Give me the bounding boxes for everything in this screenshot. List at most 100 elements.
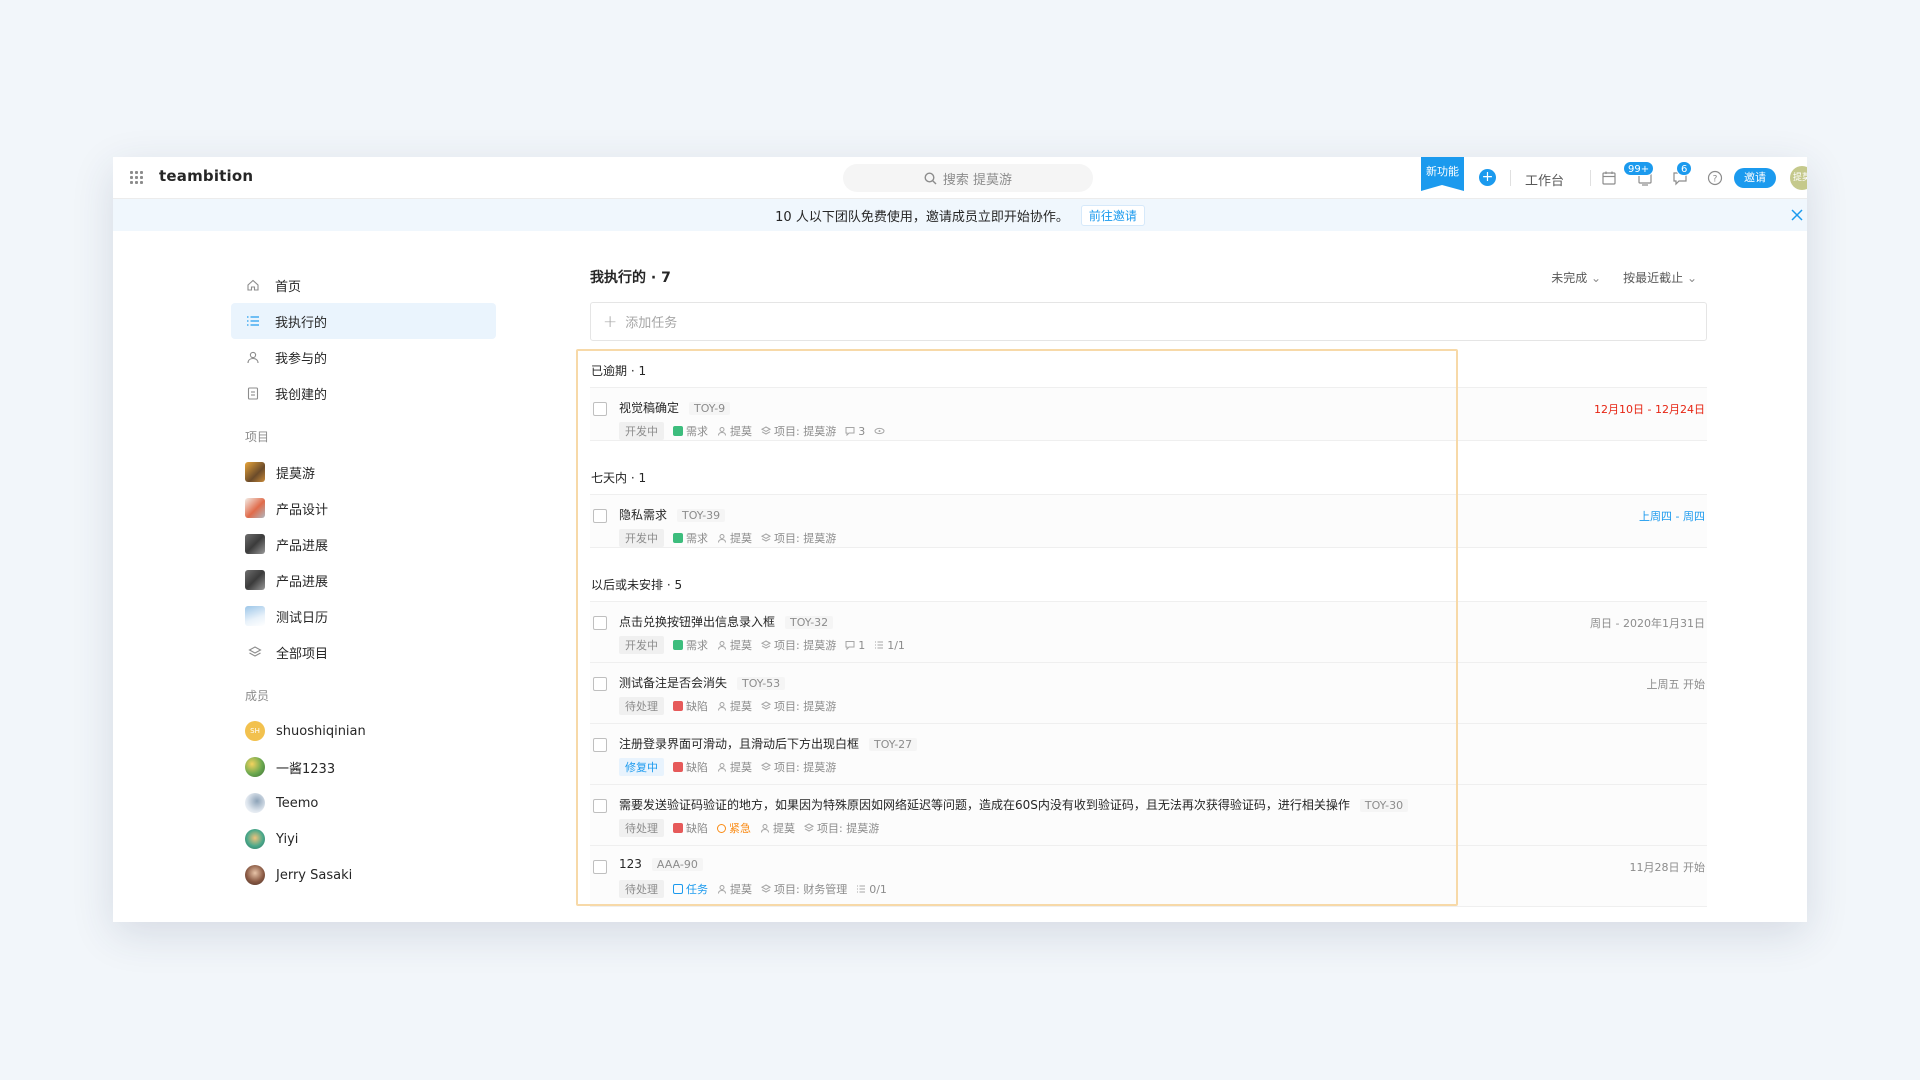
task-project: 项目: 提莫游 bbox=[774, 700, 837, 713]
subtask-count: 0/1 bbox=[869, 882, 887, 896]
task-row[interactable]: 注册登录界面可滑动，且滑动后下方出现白框 TOY-27 修复中 缺陷 提莫 项目:… bbox=[590, 724, 1707, 785]
comment-icon bbox=[845, 641, 855, 650]
workbench-link[interactable]: 工作台 bbox=[1525, 170, 1564, 189]
task-type: 需求 bbox=[686, 639, 708, 652]
member-name: shuoshiqinian bbox=[276, 723, 366, 739]
sidebar-member[interactable]: Jerry Sasaki bbox=[231, 857, 496, 893]
invite-button[interactable]: 邀请 bbox=[1734, 168, 1776, 188]
layers-icon bbox=[761, 426, 771, 435]
task-type-icon bbox=[673, 884, 683, 894]
status-badge[interactable]: 待处理 bbox=[619, 697, 664, 715]
task-row[interactable]: 视觉稿确定 TOY-9 开发中 需求 提莫 项目: 提莫游 3 12月10日 - … bbox=[590, 388, 1707, 441]
task-checkbox[interactable] bbox=[593, 738, 607, 752]
brand-logo[interactable]: teambition bbox=[159, 167, 253, 185]
quick-create-button[interactable]: + bbox=[1479, 169, 1496, 186]
group-title: 七天内 · 1 bbox=[590, 461, 1707, 495]
member-avatar bbox=[245, 793, 265, 813]
task-title[interactable]: 点击兑换按钮弹出信息录入框 bbox=[619, 615, 775, 629]
sidebar-member[interactable]: 一酱1233 bbox=[231, 749, 496, 785]
task-assignee: 提莫 bbox=[773, 822, 795, 835]
sidebar-project[interactable]: 产品进展 bbox=[231, 562, 496, 598]
divider bbox=[1590, 170, 1591, 186]
status-badge[interactable]: 开发中 bbox=[619, 422, 664, 440]
eye-icon bbox=[874, 427, 885, 435]
layers-icon bbox=[761, 762, 771, 771]
sidebar-all-projects[interactable]: 全部项目 bbox=[231, 634, 496, 670]
plus-icon: + bbox=[603, 311, 618, 332]
task-date: 周日 - 2020年1月31日 bbox=[1590, 617, 1705, 630]
task-assignee: 提莫 bbox=[730, 761, 752, 774]
task-title[interactable]: 隐私需求 bbox=[619, 508, 667, 522]
status-badge[interactable]: 修复中 bbox=[619, 758, 664, 776]
notice-invite-link[interactable]: 前往邀请 bbox=[1080, 204, 1145, 226]
status-badge[interactable]: 待处理 bbox=[619, 880, 664, 898]
task-title[interactable]: 123 bbox=[619, 857, 642, 871]
layers-icon bbox=[761, 701, 771, 710]
task-id: TOY-9 bbox=[689, 402, 731, 415]
sidebar-member[interactable]: SH shuoshiqinian bbox=[231, 713, 496, 749]
task-checkbox[interactable] bbox=[593, 509, 607, 523]
task-title[interactable]: 测试备注是否会消失 bbox=[619, 676, 727, 690]
task-project: 项目: 提莫游 bbox=[817, 822, 880, 835]
svg-text:?: ? bbox=[1713, 175, 1718, 185]
task-checkbox[interactable] bbox=[593, 799, 607, 813]
subtask-icon bbox=[875, 641, 884, 649]
list-icon bbox=[245, 313, 261, 329]
user-avatar[interactable]: 提莫 bbox=[1790, 166, 1807, 190]
sidebar-item-assigned[interactable]: 我执行的 bbox=[231, 303, 496, 339]
user-icon bbox=[761, 824, 769, 833]
task-type: 缺陷 bbox=[686, 822, 708, 835]
task-checkbox[interactable] bbox=[593, 616, 607, 630]
sidebar-project[interactable]: 提莫游 bbox=[231, 454, 496, 490]
task-id: TOY-27 bbox=[869, 738, 918, 751]
status-badge[interactable]: 开发中 bbox=[619, 529, 664, 547]
task-row[interactable]: 需要发送验证码验证的地方，如果因为特殊原因如网络延迟等问题，造成在60S内没有收… bbox=[590, 785, 1707, 846]
user-icon bbox=[718, 763, 726, 772]
task-row[interactable]: 隐私需求 TOY-39 开发中 需求 提莫 项目: 提莫游 上周四 - 周四 bbox=[590, 495, 1707, 548]
member-avatar: SH bbox=[245, 721, 265, 741]
task-project: 项目: 提莫游 bbox=[774, 761, 837, 774]
task-row[interactable]: 测试备注是否会消失 TOY-53 待处理 缺陷 提莫 项目: 提莫游 上周五 开始 bbox=[590, 663, 1707, 724]
sidebar-item-label: 首页 bbox=[275, 279, 302, 295]
task-checkbox[interactable] bbox=[593, 402, 607, 416]
filter-bar: 未完成 按最近截止 bbox=[1551, 269, 1697, 286]
task-row[interactable]: 123 AAA-90 待处理 任务 提莫 项目: 财务管理 0/1 11月28日 … bbox=[590, 846, 1707, 907]
notice-banner: 10 人以下团队免费使用，邀请成员立即开始协作。 前往邀请 bbox=[113, 199, 1807, 231]
user-icon bbox=[718, 885, 726, 894]
task-title[interactable]: 注册登录界面可滑动，且滑动后下方出现白框 bbox=[619, 737, 859, 751]
add-task-input[interactable]: + 添加任务 bbox=[590, 302, 1707, 341]
task-project: 项目: 提莫游 bbox=[774, 639, 837, 652]
sidebar-project[interactable]: 测试日历 bbox=[231, 598, 496, 634]
task-checkbox[interactable] bbox=[593, 860, 607, 874]
global-search[interactable]: 搜索 提莫游 bbox=[843, 164, 1093, 192]
task-title[interactable]: 需要发送验证码验证的地方，如果因为特殊原因如网络延迟等问题，造成在60S内没有收… bbox=[619, 798, 1350, 812]
sidebar-member[interactable]: Teemo bbox=[231, 785, 496, 821]
task-date: 上周四 - 周四 bbox=[1639, 510, 1705, 523]
app-grid-icon[interactable] bbox=[130, 171, 143, 184]
sidebar-member[interactable]: Yiyi bbox=[231, 821, 496, 857]
status-badge[interactable]: 开发中 bbox=[619, 636, 664, 654]
status-filter-dropdown[interactable]: 未完成 bbox=[1551, 269, 1601, 286]
sidebar-item-involved[interactable]: 我参与的 bbox=[231, 339, 496, 375]
comment-icon bbox=[845, 427, 855, 436]
help-icon[interactable]: ? bbox=[1706, 169, 1724, 187]
app-window: teambition 搜索 提莫游 新功能 + 工作台 99+ 6 ? 邀请 提… bbox=[113, 157, 1807, 922]
projects-section-title: 项目 bbox=[245, 430, 270, 444]
member-avatar bbox=[245, 865, 265, 885]
sidebar: 首页 我执行的 我参与的 我创建的 项目 提莫游 产品设计 产品进展 产品进展 … bbox=[231, 267, 496, 893]
new-feature-ribbon[interactable]: 新功能 bbox=[1421, 157, 1464, 191]
calendar-icon[interactable] bbox=[1600, 169, 1618, 187]
member-avatar bbox=[245, 829, 265, 849]
status-badge[interactable]: 待处理 bbox=[619, 819, 664, 837]
sidebar-project[interactable]: 产品进展 bbox=[231, 526, 496, 562]
task-checkbox[interactable] bbox=[593, 677, 607, 691]
task-assignee: 提莫 bbox=[730, 425, 752, 438]
sort-dropdown[interactable]: 按最近截止 bbox=[1623, 269, 1697, 286]
task-title[interactable]: 视觉稿确定 bbox=[619, 401, 679, 415]
task-row[interactable]: 点击兑换按钮弹出信息录入框 TOY-32 开发中 需求 提莫 项目: 提莫游 1 … bbox=[590, 602, 1707, 663]
close-icon[interactable] bbox=[1789, 207, 1805, 223]
sidebar-item-home[interactable]: 首页 bbox=[231, 267, 496, 303]
sidebar-project[interactable]: 产品设计 bbox=[231, 490, 496, 526]
sidebar-item-created[interactable]: 我创建的 bbox=[231, 375, 496, 411]
divider bbox=[1510, 170, 1511, 186]
